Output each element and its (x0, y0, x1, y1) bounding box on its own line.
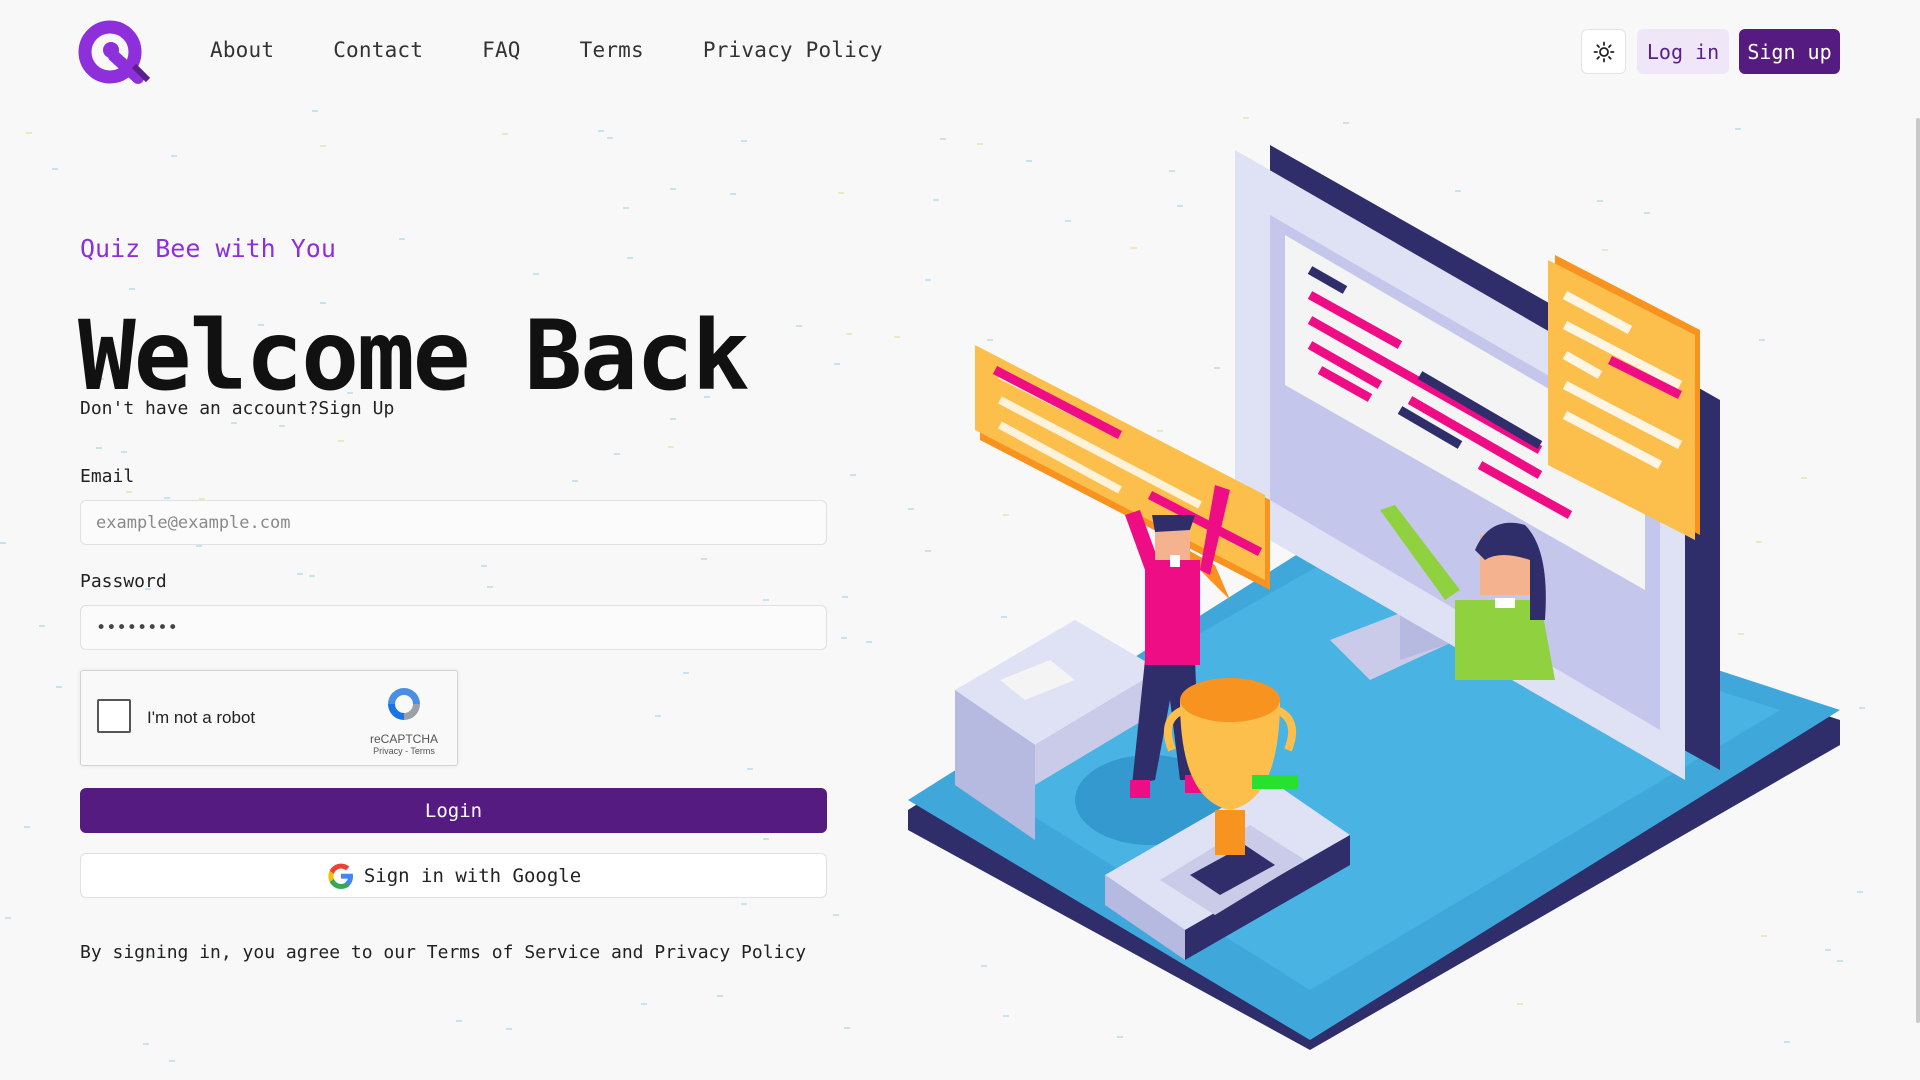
noise-speck (39, 625, 45, 627)
theme-toggle-button[interactable] (1581, 29, 1626, 74)
signup-link[interactable]: Sign Up (318, 398, 394, 419)
noise-speck (866, 641, 872, 643)
noise-speck (126, 491, 132, 493)
nav-contact[interactable]: Contact (333, 38, 423, 62)
noise-speck (1243, 117, 1249, 119)
noise-speck (338, 440, 344, 442)
recaptcha-links[interactable]: Privacy - Terms (365, 746, 443, 756)
recaptcha-label: I'm not a robot (147, 708, 256, 727)
noise-speck (533, 273, 539, 275)
quiz-illustration (908, 145, 1840, 1050)
noise-speck (717, 995, 723, 997)
noise-speck (846, 333, 852, 335)
noise-speck (641, 1003, 647, 1005)
noise-speck (842, 596, 848, 598)
signup-prompt: Don't have an account?Sign Up (80, 398, 394, 419)
password-value: •••••••• (96, 617, 178, 638)
noise-speck (623, 207, 629, 209)
noise-speck (796, 325, 802, 327)
header-login-button[interactable]: Log in (1637, 29, 1729, 74)
noise-speck (614, 453, 620, 455)
noise-speck (655, 715, 661, 717)
noise-speck (747, 768, 753, 770)
google-icon (328, 863, 353, 889)
noise-speck (129, 288, 135, 290)
noise-speck (309, 575, 315, 577)
password-label: Password (80, 571, 167, 592)
noise-speck (196, 545, 202, 547)
noise-speck (164, 497, 170, 499)
noise-speck (598, 130, 604, 132)
noise-speck (763, 599, 769, 601)
google-signin-button[interactable]: Sign in with Google (80, 853, 827, 898)
noise-speck (701, 558, 707, 560)
noise-speck (833, 914, 839, 916)
email-label: Email (80, 466, 135, 487)
noise-speck (763, 838, 769, 840)
noise-speck (841, 637, 847, 639)
terms-disclaimer[interactable]: By signing in, you agree to our Terms of… (80, 942, 806, 963)
noise-speck (850, 474, 856, 476)
site-header: About Contact FAQ Terms Privacy Policy L… (0, 0, 1920, 104)
noise-speck (52, 168, 58, 170)
nav-privacy-policy[interactable]: Privacy Policy (703, 38, 883, 62)
sun-icon (1593, 41, 1614, 62)
page-title: Welcome Back (78, 300, 750, 412)
noise-speck (481, 565, 487, 567)
noise-speck (231, 422, 237, 424)
noise-speck (502, 133, 508, 135)
nav-faq[interactable]: FAQ (482, 38, 521, 62)
recaptcha-icon (388, 688, 420, 720)
noise-speck (838, 192, 844, 194)
noise-speck (297, 573, 303, 575)
password-field[interactable]: •••••••• (80, 605, 827, 650)
noise-speck (506, 1028, 512, 1030)
noise-speck (5, 917, 11, 919)
login-button[interactable]: Login (80, 788, 827, 833)
noise-speck (627, 257, 633, 259)
noise-speck (607, 137, 613, 139)
email-placeholder: example@example.com (96, 512, 291, 533)
nav-about[interactable]: About (210, 38, 274, 62)
noise-speck (487, 586, 493, 588)
noise-speck (683, 672, 689, 674)
header-signup-button[interactable]: Sign up (1739, 29, 1840, 74)
page-scrollbar[interactable] (1916, 118, 1920, 1023)
noise-speck (670, 418, 676, 420)
noise-speck (96, 447, 102, 449)
noise-speck (24, 826, 30, 828)
noise-speck (171, 155, 177, 157)
noise-speck (668, 446, 674, 448)
main-nav: About Contact FAQ Terms Privacy Policy (210, 38, 942, 62)
noise-speck (279, 425, 285, 427)
noise-speck (399, 238, 405, 240)
noise-speck (320, 145, 326, 147)
noise-speck (844, 1027, 850, 1029)
email-field[interactable]: example@example.com (80, 500, 827, 545)
noise-speck (143, 1043, 149, 1045)
recaptcha-widget: I'm not a robot reCAPTCHA Privacy - Term… (80, 670, 458, 766)
google-signin-label: Sign in with Google (363, 864, 582, 887)
recaptcha-checkbox[interactable] (97, 699, 131, 733)
noise-speck (730, 193, 736, 195)
noise-speck (169, 1060, 175, 1062)
recaptcha-brand-text: reCAPTCHA (369, 732, 438, 746)
noise-speck (741, 140, 747, 142)
quiz-bee-logo-icon[interactable] (78, 18, 150, 86)
noise-speck (456, 1020, 462, 1022)
noise-speck (572, 480, 578, 482)
tagline: Quiz Bee with You (80, 234, 336, 263)
noise-speck (121, 451, 127, 453)
nav-terms[interactable]: Terms (580, 38, 644, 62)
noise-speck (26, 132, 32, 134)
recaptcha-brand: reCAPTCHA Privacy - Terms (365, 683, 443, 756)
noise-speck (0, 542, 6, 544)
noise-speck (834, 363, 840, 365)
noise-speck (670, 188, 676, 190)
noise-speck (741, 903, 747, 905)
noise-speck (312, 110, 318, 112)
noise-speck (56, 686, 62, 688)
signup-prompt-text: Don't have an account? (80, 398, 319, 419)
